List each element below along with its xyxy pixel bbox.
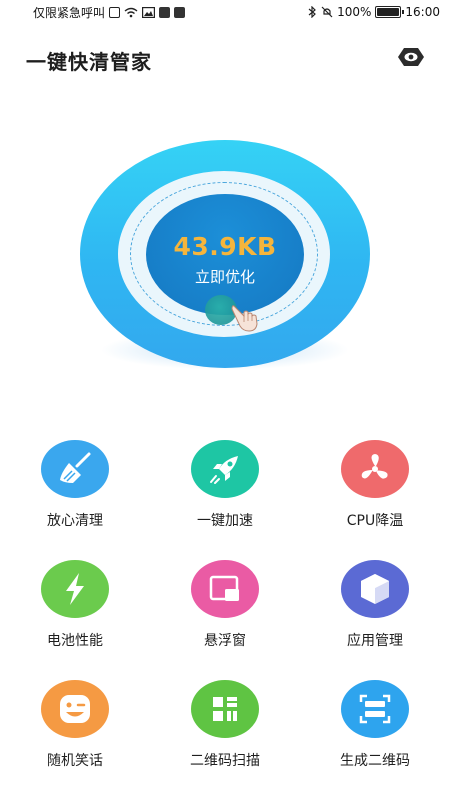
bluetooth-icon	[308, 6, 316, 18]
sim-icon	[109, 6, 121, 18]
clock-time: 16:00	[405, 5, 440, 19]
optimize-orb[interactable]: 43.9KB 立即优化	[80, 140, 370, 380]
qr-generate-icon	[359, 694, 391, 724]
tile-label: 生成二维码	[340, 753, 410, 769]
tile-icon-bg	[41, 560, 109, 618]
tile-icon-bg	[341, 680, 409, 738]
cube-icon	[361, 574, 389, 604]
lightning-icon	[66, 573, 84, 605]
privacy-eye-button[interactable]	[396, 44, 426, 70]
tile-label: 放心清理	[47, 513, 103, 529]
eye-icon	[398, 48, 424, 66]
tile-icon-bg	[191, 560, 259, 618]
tile-icon-bg	[191, 680, 259, 738]
fan-icon	[361, 454, 388, 479]
feature-tile-one-key-boost[interactable]: 一键加速	[165, 440, 285, 540]
pointing-hand-icon	[231, 305, 258, 332]
tile-icon-bg	[41, 680, 109, 738]
feature-tile-floating-window[interactable]: 悬浮窗	[165, 560, 285, 660]
tile-icon-bg	[341, 560, 409, 618]
image-icon	[142, 6, 156, 18]
status-right: 100% 16:00	[308, 5, 440, 19]
wifi-icon	[124, 7, 138, 17]
tile-label: 电池性能	[47, 633, 103, 649]
tile-label: 一键加速	[197, 513, 253, 529]
floating-window-icon	[209, 575, 239, 601]
feature-tile-app-manager[interactable]: 应用管理	[315, 560, 435, 660]
tile-icon-bg	[191, 440, 259, 498]
feature-tile-safe-clean[interactable]: 放心清理	[15, 440, 135, 540]
rocket-icon	[210, 456, 238, 484]
tile-label: 二维码扫描	[190, 753, 260, 769]
status-bar: 仅限紧急呼叫 100% 16:00	[0, 0, 450, 24]
page-title: 一键快清管家	[26, 50, 152, 74]
feature-tile-battery[interactable]: 电池性能	[15, 560, 135, 660]
broom-icon	[60, 452, 91, 483]
feature-tile-qr-scan[interactable]: 二维码扫描	[165, 680, 285, 780]
tile-icon-bg	[341, 440, 409, 498]
qr-scan-icon	[213, 697, 237, 721]
feature-tile-qr-generate[interactable]: 生成二维码	[315, 680, 435, 780]
mute-bell-icon	[321, 6, 333, 18]
optimize-now-button[interactable]: 立即优化	[80, 266, 370, 287]
app-header: 一键快清管家	[0, 40, 450, 80]
feature-tile-cpu-cooling[interactable]: CPU降温	[315, 440, 435, 540]
tile-label: 悬浮窗	[204, 633, 246, 649]
message-app-icon	[174, 6, 186, 18]
carrier-text: 仅限紧急呼叫	[33, 5, 106, 20]
wink-face-icon	[60, 695, 90, 723]
battery-percent: 100%	[337, 5, 372, 19]
status-left: 仅限紧急呼叫	[33, 4, 186, 21]
feature-tile-random-joke[interactable]: 随机笑话	[15, 680, 135, 780]
tile-label: 应用管理	[347, 633, 403, 649]
tile-icon-bg	[41, 440, 109, 498]
tile-label: 随机笑话	[47, 753, 103, 769]
battery-icon	[375, 6, 405, 18]
shield-app-icon	[159, 6, 171, 18]
tile-label: CPU降温	[346, 513, 404, 529]
junk-size-value: 43.9KB	[173, 232, 277, 261]
